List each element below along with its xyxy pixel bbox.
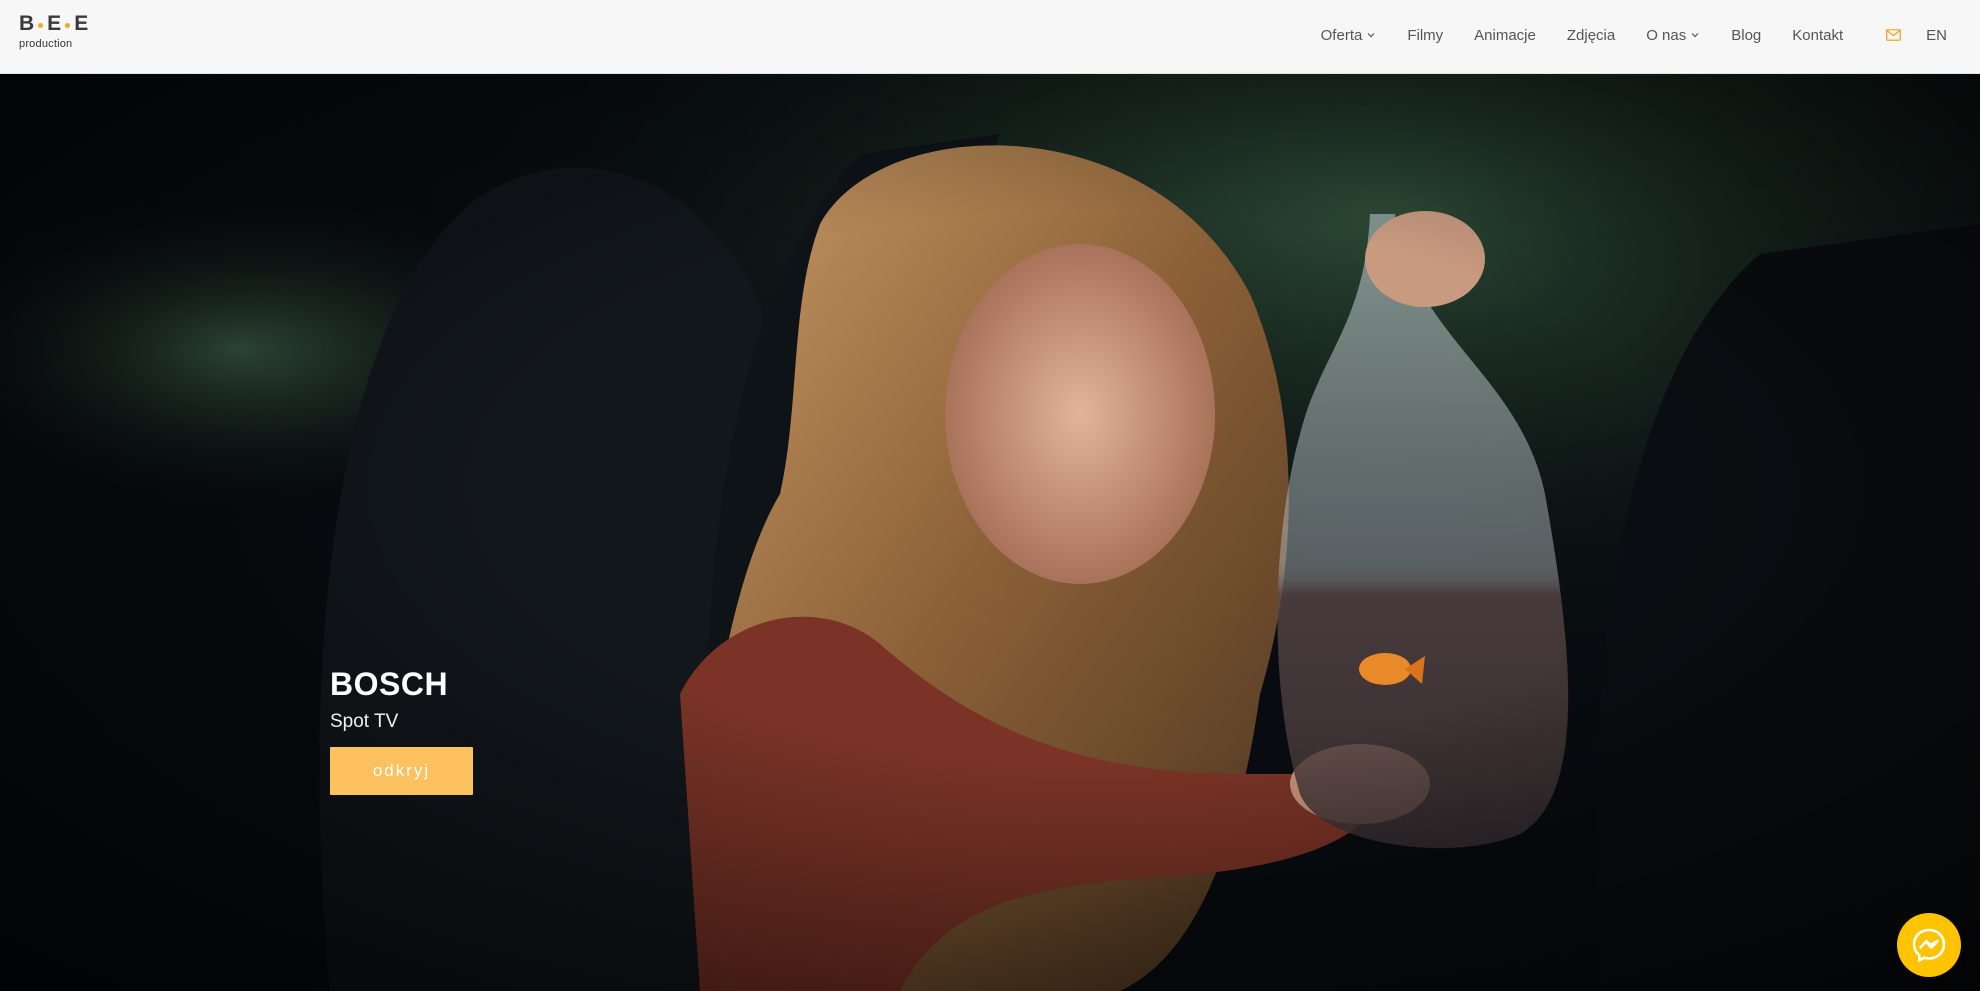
logo-subtitle: production <box>19 38 73 50</box>
nav-item-label: Zdjęcia <box>1566 26 1616 44</box>
chevron-down-icon <box>1691 33 1699 38</box>
nav-item-label: Blog <box>1731 26 1762 44</box>
logo-letter: E <box>74 12 89 35</box>
nav-item-label: Filmy <box>1407 26 1444 44</box>
logo-letter: E <box>47 12 62 35</box>
nav-item-o-nas[interactable]: O nas <box>1646 27 1700 44</box>
messenger-icon <box>1912 928 1946 962</box>
site-header: B E E production Oferta Filmy Animacje Z… <box>0 0 1980 74</box>
chevron-down-icon <box>1367 33 1375 38</box>
nav-item-zdjecia[interactable]: Zdjęcia <box>1567 27 1615 44</box>
nav-item-blog[interactable]: Blog <box>1731 27 1761 44</box>
logo-dot <box>38 22 44 28</box>
discover-button[interactable]: odkryj <box>330 747 473 795</box>
hero-slider: BOSCH Spot TV odkryj <box>0 74 1980 991</box>
hero-subtitle: Spot TV <box>330 711 399 732</box>
envelope-icon[interactable] <box>1885 27 1901 43</box>
language-switch[interactable]: EN <box>1926 27 1947 44</box>
nav-item-label: Animacje <box>1474 26 1536 44</box>
hero-caption: BOSCH Spot TV odkryj <box>330 664 730 795</box>
logo-dot <box>65 22 71 28</box>
nav-item-oferta[interactable]: Oferta <box>1321 27 1377 44</box>
logo-letter: B <box>19 12 35 35</box>
nav-item-kontakt[interactable]: Kontakt <box>1792 27 1843 44</box>
nav-item-label: Oferta <box>1320 26 1363 44</box>
logo[interactable]: B E E production <box>19 12 109 57</box>
main-nav: Oferta Filmy Animacje Zdjęcia O nas Blog… <box>1321 0 1980 70</box>
messenger-chat-button[interactable] <box>1897 913 1961 977</box>
nav-item-filmy[interactable]: Filmy <box>1407 27 1443 44</box>
hero-title: BOSCH <box>330 666 449 702</box>
logo-mark: B E E <box>19 12 109 35</box>
hero-background-image <box>0 74 1980 991</box>
nav-item-label: O nas <box>1646 26 1687 44</box>
nav-item-label: Kontakt <box>1792 26 1844 44</box>
nav-item-animacje[interactable]: Animacje <box>1474 27 1536 44</box>
